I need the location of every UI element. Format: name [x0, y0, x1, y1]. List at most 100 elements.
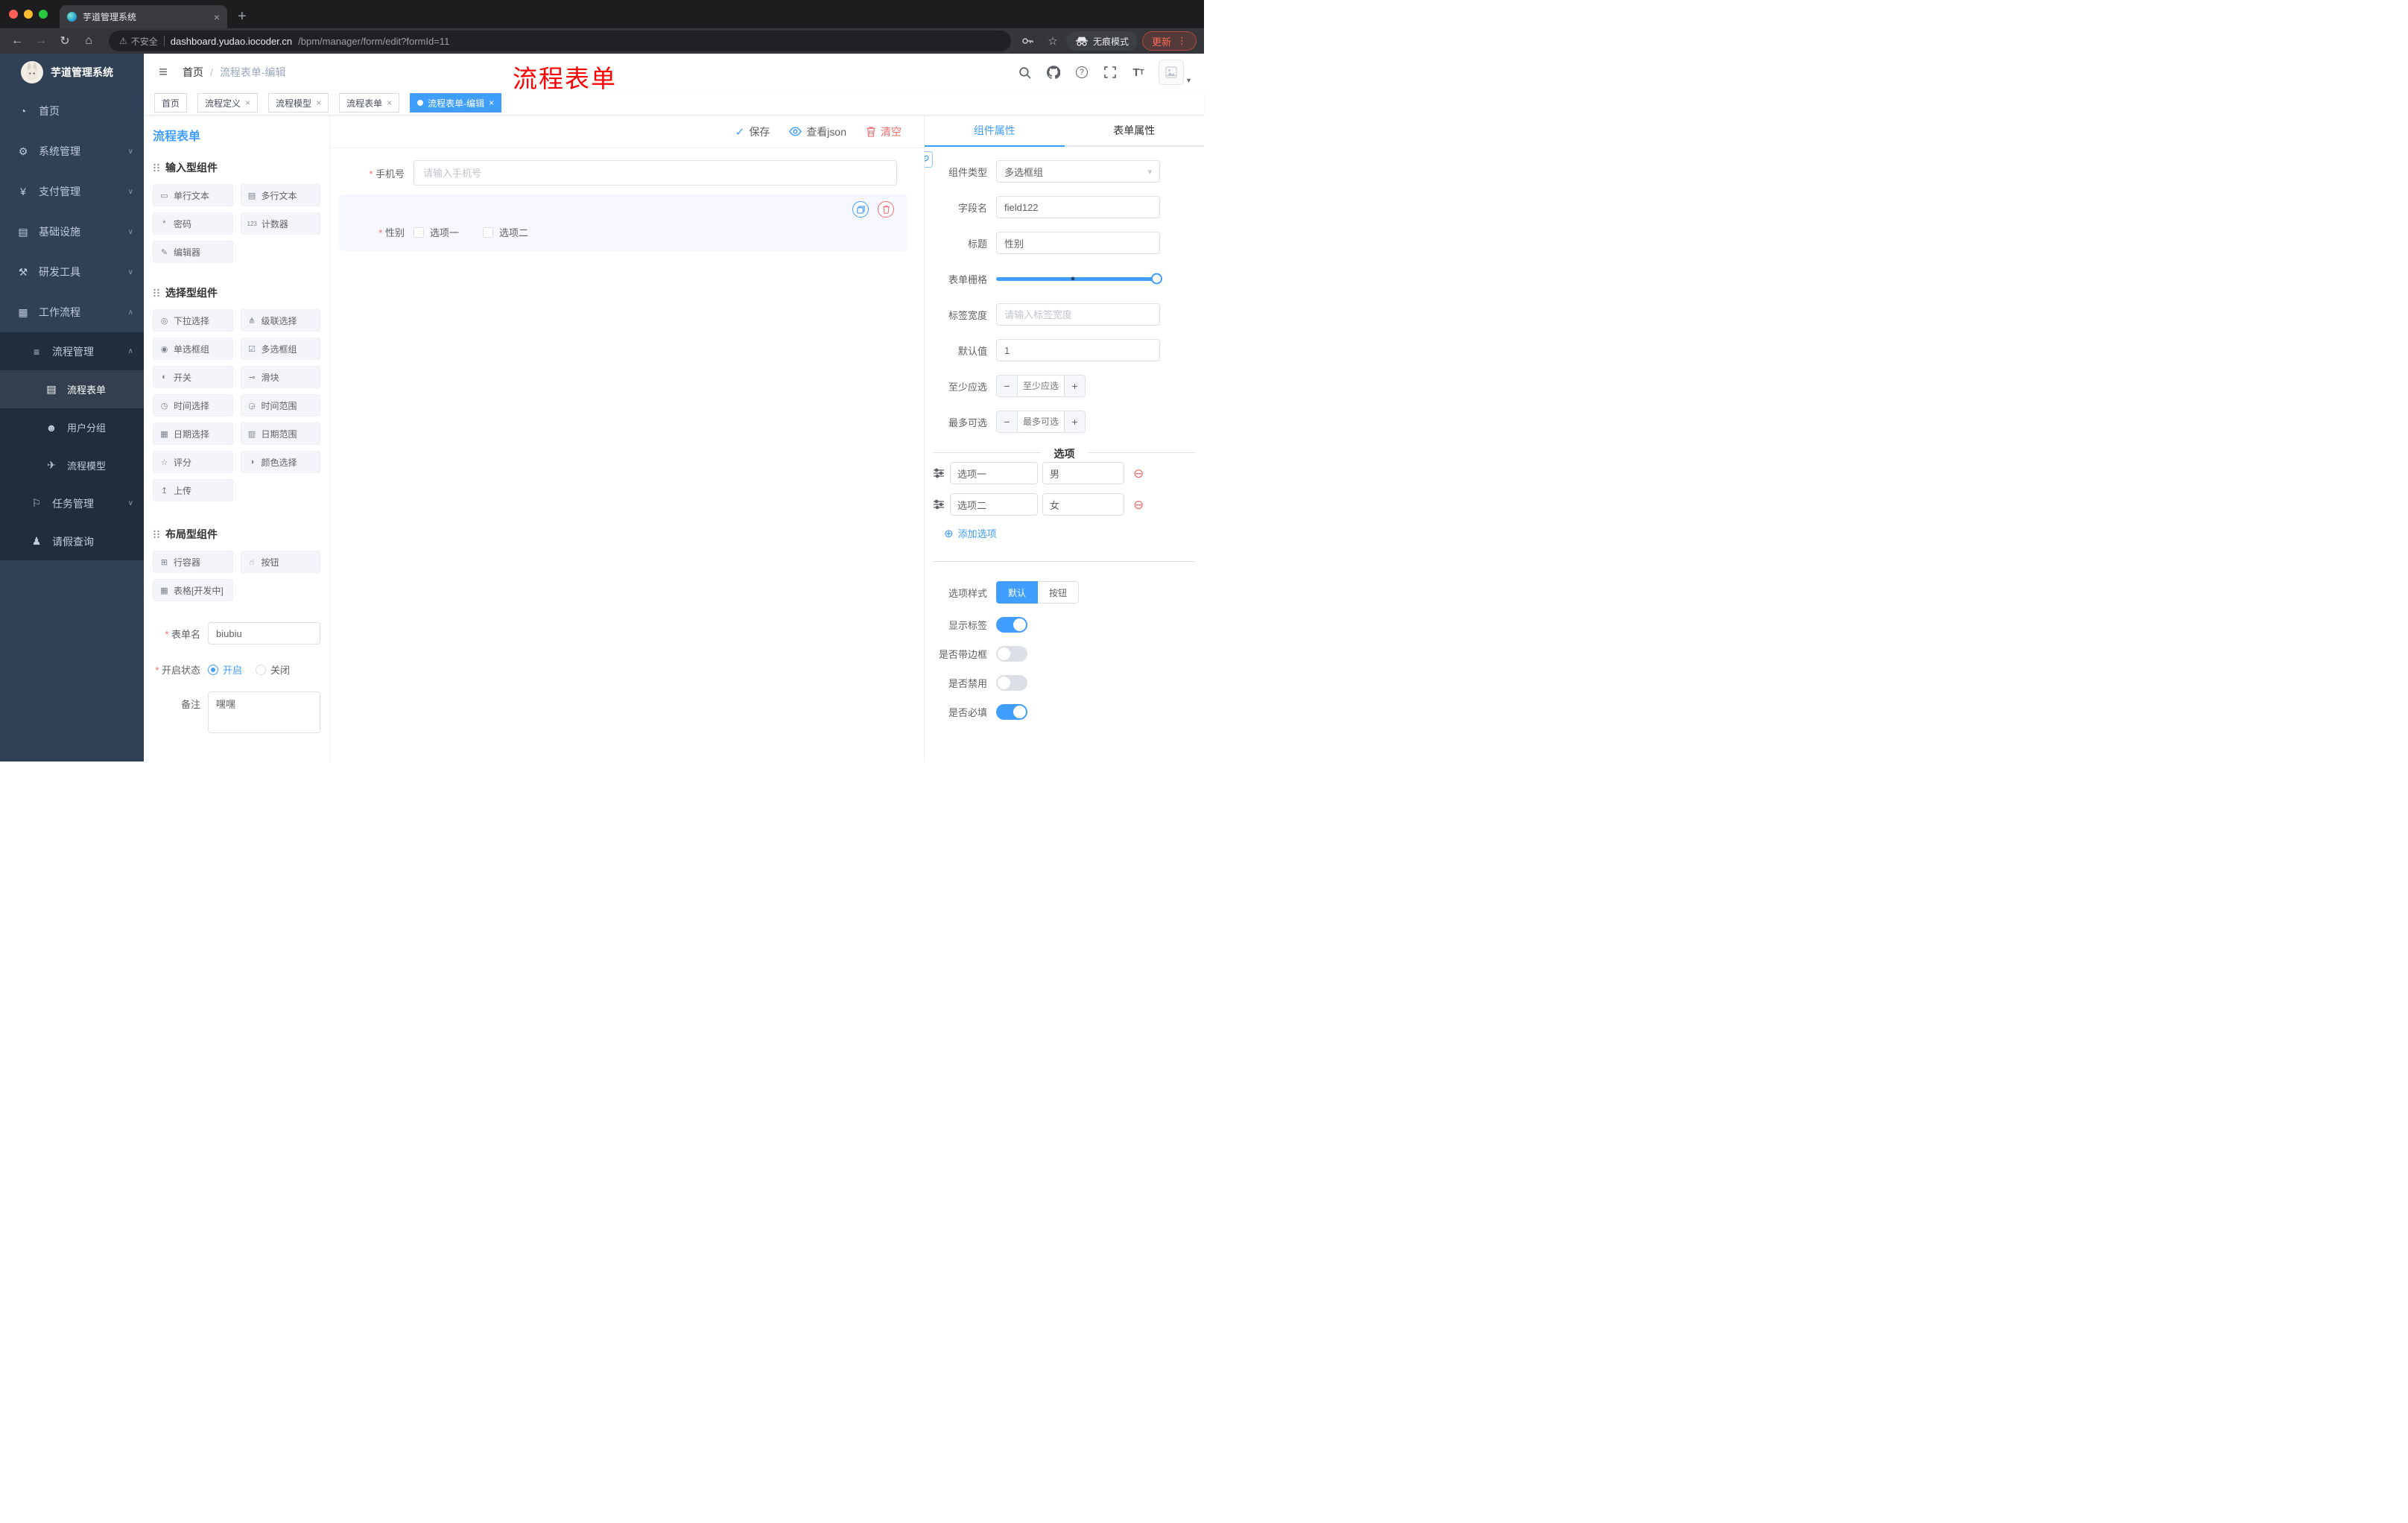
tab-component-props[interactable]: 组件属性 [925, 115, 1065, 147]
label-width-input[interactable] [996, 303, 1160, 326]
status-off-radio[interactable]: 关闭 [256, 662, 290, 677]
sidebar-item-workflow[interactable]: ▦ 工作流程 ∧ [0, 292, 144, 332]
required-toggle[interactable] [996, 704, 1027, 720]
component-item[interactable]: ✎ 编辑器 [153, 241, 233, 263]
disabled-toggle[interactable] [996, 675, 1027, 691]
component-item[interactable]: ◶ 时间范围 [240, 394, 320, 417]
sidebar-item-home[interactable]: ◔ 首页 [0, 91, 144, 131]
close-icon[interactable]: × [316, 98, 321, 108]
field-name-input[interactable] [996, 196, 1160, 218]
component-item[interactable]: ☝ 按钮 [240, 551, 320, 573]
component-item[interactable]: ⊸ 滑块 [240, 366, 320, 388]
new-tab-button[interactable]: + [238, 9, 247, 24]
component-item[interactable]: ⋔ 级联选择 [240, 309, 320, 332]
default-value-input[interactable] [996, 339, 1160, 361]
browser-update-button[interactable]: 更新 ⋮ [1141, 31, 1197, 51]
style-default-button[interactable]: 默认 [996, 581, 1039, 604]
sidebar-item-process-model[interactable]: ✈ 流程模型 [0, 446, 144, 484]
component-item[interactable]: ◷ 时间选择 [153, 394, 233, 417]
hamburger-icon[interactable]: ≡ [154, 64, 172, 81]
canvas-field-gender-selected[interactable]: 性别 选项一 选项二 [339, 194, 907, 251]
tab-form-props[interactable]: 表单属性 [1065, 115, 1205, 145]
component-item[interactable]: ▦ 日期选择 [153, 422, 233, 445]
browser-tab[interactable]: 芋道管理系统 × [60, 5, 227, 28]
add-option-button[interactable]: ⊕ 添加选项 [944, 526, 1204, 540]
slider-track[interactable] [996, 273, 1162, 285]
show-label-toggle[interactable] [996, 617, 1027, 633]
gender-option-1-checkbox[interactable]: 选项一 [414, 225, 459, 239]
tag-process-form[interactable]: 流程表单 × [339, 93, 400, 113]
component-item[interactable]: ☆ 评分 [153, 451, 233, 473]
drag-handle-icon[interactable] [932, 499, 945, 510]
security-chip[interactable]: ⚠ 不安全 [119, 35, 158, 48]
minus-button[interactable]: − [997, 411, 1018, 432]
canvas-field-phone[interactable]: 手机号 [339, 160, 915, 186]
component-type-select[interactable]: 多选框组 ▾ [996, 160, 1160, 183]
slider-handle[interactable] [1151, 273, 1162, 285]
save-button[interactable]: ✓ 保存 [735, 124, 770, 139]
max-select-input[interactable] [1018, 411, 1064, 432]
component-item[interactable]: 123 计数器 [240, 212, 320, 235]
form-grid-slider[interactable] [996, 267, 1162, 290]
component-item[interactable]: ☑ 多选框组 [240, 338, 320, 360]
component-item[interactable]: ◉ 单选框组 [153, 338, 233, 360]
minus-button[interactable]: − [997, 376, 1018, 396]
component-item[interactable]: ▦ 表格[开发中] [153, 579, 233, 601]
phone-input[interactable] [414, 160, 897, 186]
component-item[interactable]: ▭ 单行文本 [153, 184, 233, 206]
component-item[interactable]: ◎ 下拉选择 [153, 309, 233, 332]
component-item[interactable]: ◑ 颜色选择 [240, 451, 320, 473]
fullscreen-icon[interactable] [1102, 64, 1118, 80]
back-icon[interactable]: ← [7, 34, 27, 48]
component-item[interactable]: * 密码 [153, 212, 233, 235]
view-json-button[interactable]: 查看json [789, 124, 846, 139]
search-icon[interactable] [1017, 64, 1033, 80]
forward-icon[interactable]: → [31, 34, 51, 48]
sidebar-item-system[interactable]: ⚙ 系统管理 ∨ [0, 131, 144, 171]
component-item[interactable]: ▤ 多行文本 [240, 184, 320, 206]
tag-home[interactable]: 首页 [154, 93, 188, 113]
link-icon[interactable] [925, 151, 933, 168]
title-input[interactable] [996, 232, 1160, 254]
copy-item-button[interactable] [852, 201, 869, 218]
component-item[interactable]: ⊞ 行容器 [153, 551, 233, 573]
min-select-input[interactable] [1018, 376, 1064, 396]
option-value-input[interactable] [1042, 493, 1124, 516]
menu-dots-icon[interactable]: ⋮ [1177, 35, 1187, 47]
close-window-button[interactable] [9, 10, 18, 19]
close-icon[interactable]: × [387, 98, 392, 108]
tag-process-definition[interactable]: 流程定义 × [197, 93, 259, 113]
component-item[interactable]: ▥ 日期范围 [240, 422, 320, 445]
gender-option-2-checkbox[interactable]: 选项二 [483, 225, 528, 239]
maximize-window-button[interactable] [39, 10, 48, 19]
breadcrumb-home[interactable]: 首页 [183, 65, 203, 80]
help-icon[interactable]: ? [1074, 64, 1090, 80]
minimize-window-button[interactable] [24, 10, 33, 19]
password-key-icon[interactable] [1021, 35, 1039, 47]
home-icon[interactable]: ⌂ [79, 34, 98, 48]
border-toggle[interactable] [996, 646, 1027, 662]
option-label-input[interactable] [950, 462, 1038, 484]
drag-handle-icon[interactable] [932, 468, 945, 478]
sidebar-item-process-mgmt[interactable]: ≡ 流程管理 ∧ [0, 332, 144, 370]
component-item[interactable]: ◐ 开关 [153, 366, 233, 388]
font-size-icon[interactable]: TT [1130, 64, 1147, 80]
remove-option-icon[interactable]: ⊖ [1133, 498, 1144, 511]
address-bar[interactable]: ⚠ 不安全 dashboard.yudao.iocoder.cn /bpm/ma… [109, 31, 1011, 51]
status-on-radio[interactable]: 开启 [208, 662, 242, 677]
plus-button[interactable]: + [1064, 376, 1085, 396]
remark-textarea[interactable]: 嘿嘿 [208, 691, 320, 733]
clear-button[interactable]: 清空 [866, 124, 902, 139]
tag-process-form-edit[interactable]: 流程表单-编辑 × [410, 93, 502, 113]
option-value-input[interactable] [1042, 462, 1124, 484]
sidebar-item-infra[interactable]: ▤ 基础设施 ∨ [0, 212, 144, 252]
remove-option-icon[interactable]: ⊖ [1133, 467, 1144, 480]
sidebar-item-devtools[interactable]: ⚒ 研发工具 ∨ [0, 252, 144, 292]
user-menu[interactable]: ▾ [1158, 60, 1191, 85]
sidebar-item-payment[interactable]: ¥ 支付管理 ∨ [0, 171, 144, 212]
delete-item-button[interactable] [878, 201, 894, 218]
sidebar-item-task-mgmt[interactable]: ⚐ 任务管理 ∨ [0, 484, 144, 522]
option-label-input[interactable] [950, 493, 1038, 516]
sidebar-item-leave-query[interactable]: ♟ 请假查询 [0, 522, 144, 560]
sidebar-item-user-group[interactable]: ☻ 用户分组 [0, 408, 144, 446]
